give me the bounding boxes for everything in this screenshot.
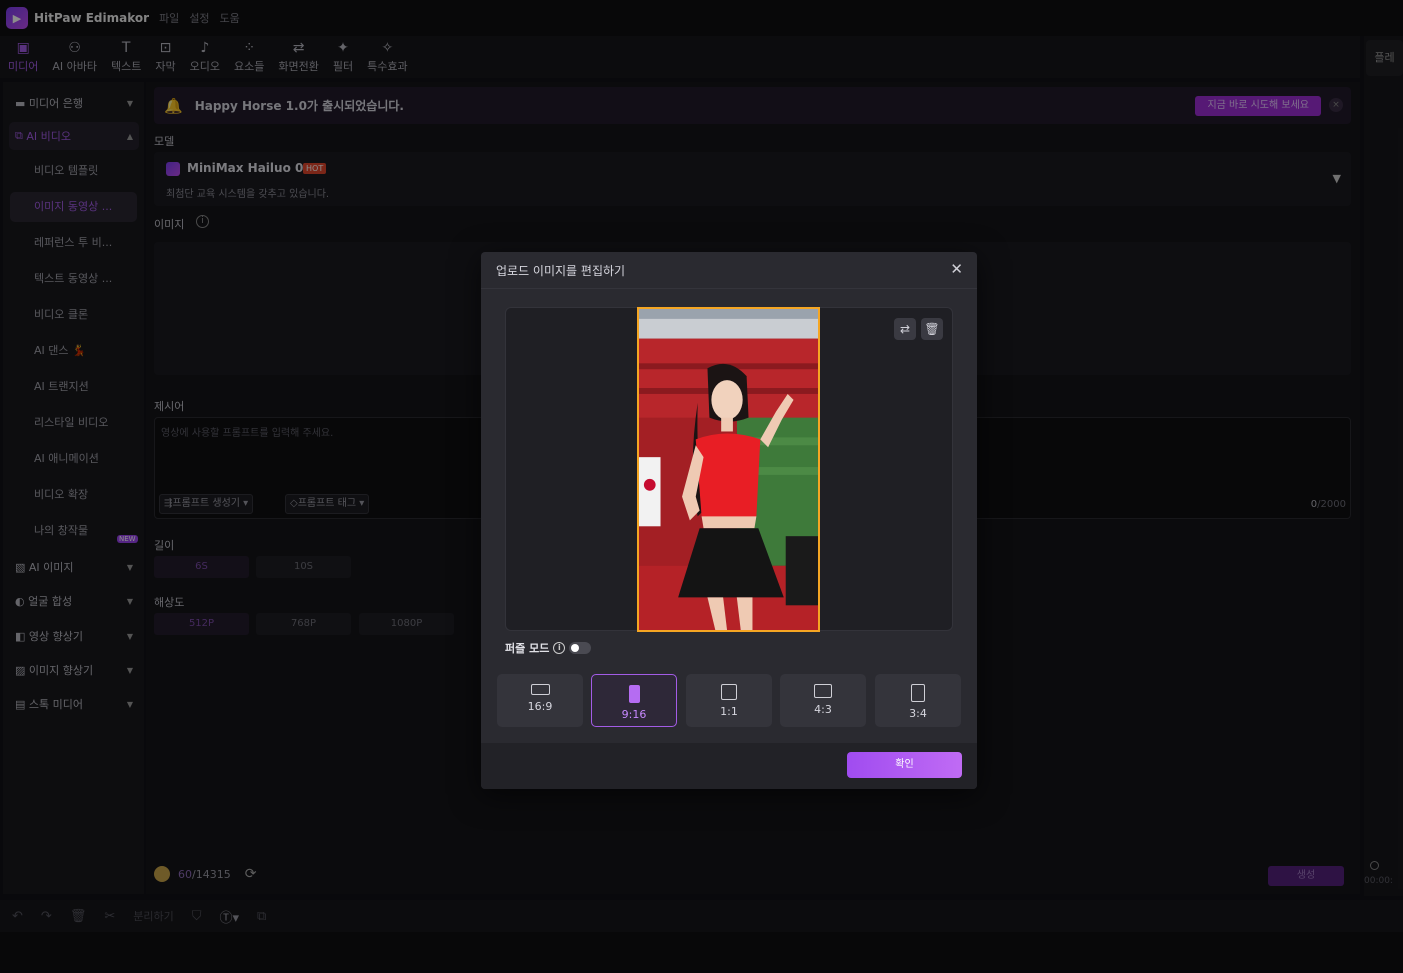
uploaded-photo: [639, 309, 818, 630]
edit-upload-image-dialog: 업로드 이미지를 편집하기 ✕ ⇄ 🗑 퍼즐 모드 i 16:9 9:16 1:…: [481, 252, 977, 789]
info-icon[interactable]: i: [553, 642, 566, 654]
ratio-option-1-1[interactable]: 1:1: [686, 674, 772, 727]
square-ratio-icon: [721, 684, 737, 700]
delete-icon[interactable]: 🗑: [921, 318, 943, 340]
ratio-label: 1:1: [720, 705, 738, 718]
close-icon[interactable]: ✕: [950, 260, 963, 278]
ratio-label: 16:9: [527, 700, 553, 713]
swap-icon[interactable]: ⇄: [894, 318, 916, 340]
image-preview-area: ⇄ 🗑: [505, 307, 953, 632]
ratio-label: 4:3: [814, 703, 832, 716]
dialog-title: 업로드 이미지를 편집하기: [496, 264, 626, 278]
puzzle-mode-row: 퍼즐 모드 i: [505, 640, 592, 656]
ratio-option-4-3[interactable]: 4:3: [780, 674, 866, 727]
ratio-option-3-4[interactable]: 3:4: [875, 674, 961, 727]
portrait-ratio-icon: [628, 685, 640, 703]
divider: [481, 288, 977, 289]
landscape-ratio-icon: [814, 684, 832, 698]
ratio-option-16-9[interactable]: 16:9: [497, 674, 583, 727]
ratio-option-9-16[interactable]: 9:16: [591, 674, 677, 727]
app-window: ▶ HitPaw Edimakor 파일 설정 도움 ▣ 미디어 ⚇ AI 아바…: [0, 0, 1403, 973]
ratio-label: 3:4: [909, 707, 927, 720]
dialog-footer: 확인: [481, 743, 977, 789]
puzzle-mode-label: 퍼즐 모드: [505, 642, 550, 655]
landscape-ratio-icon: [530, 684, 550, 695]
puzzle-mode-toggle[interactable]: [569, 642, 592, 654]
ratio-label: 9:16: [621, 708, 647, 721]
crop-frame[interactable]: [637, 307, 820, 632]
confirm-button[interactable]: 확인: [847, 752, 962, 778]
portrait-ratio-icon: [911, 684, 925, 702]
